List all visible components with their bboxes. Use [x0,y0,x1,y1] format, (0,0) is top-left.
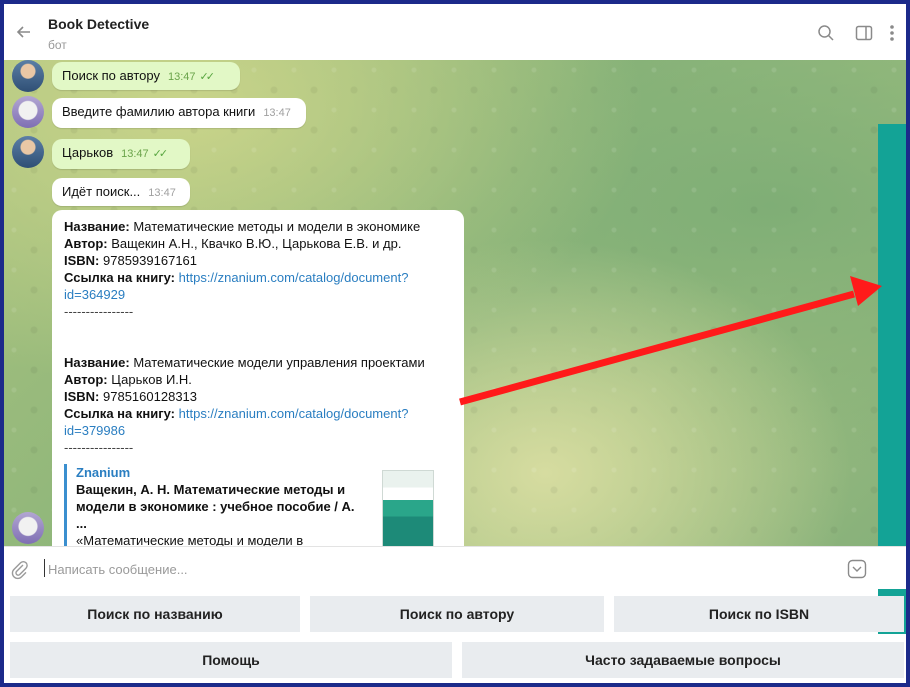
faq-button[interactable]: Часто задаваемые вопросы [462,642,904,678]
message-input-bar [4,546,906,589]
search-by-isbn-button[interactable]: Поиск по ISBN [614,596,904,632]
telegram-window: Book Detective бот Поиск по автору 13:47 ✓… [4,4,906,683]
message-input[interactable] [46,557,830,581]
search-by-author-button[interactable]: Поиск по автору [310,596,604,632]
paperclip-icon[interactable] [10,560,30,580]
search-by-title-button[interactable]: Поиск по названию [10,596,300,632]
help-button[interactable]: Помощь [10,642,452,678]
text-cursor [44,559,45,577]
keyboard-toggle-icon[interactable] [847,559,867,579]
